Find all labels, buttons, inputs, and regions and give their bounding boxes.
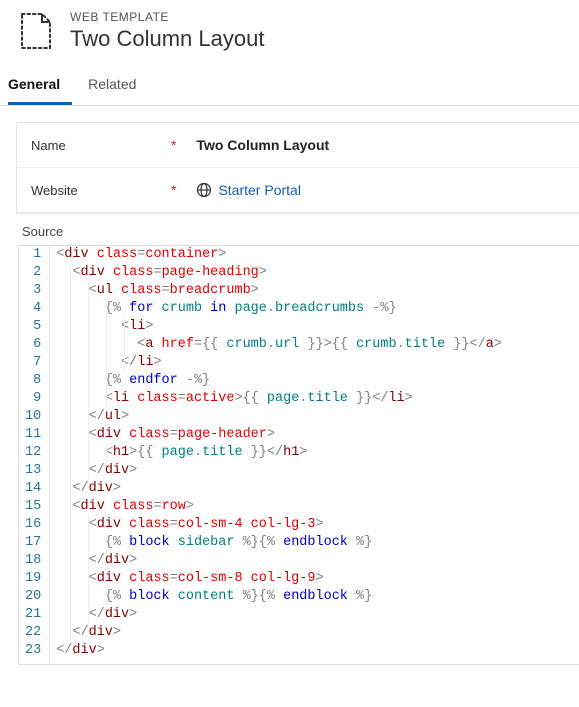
code-line[interactable]: <div class=page-header> xyxy=(56,426,579,444)
line-number: 3 xyxy=(25,282,41,300)
record-header: WEB TEMPLATE Two Column Layout xyxy=(0,0,579,66)
line-number-gutter: 1234567891011121314151617181920212223 xyxy=(19,246,50,664)
website-lookup-link[interactable]: Starter Portal xyxy=(218,182,300,198)
line-number: 8 xyxy=(25,372,41,390)
line-number: 7 xyxy=(25,354,41,372)
code-line[interactable]: <div class=row> xyxy=(56,498,579,516)
form-panel: Name * Two Column Layout Website * Start… xyxy=(16,122,579,214)
line-number: 22 xyxy=(25,624,41,642)
tab-general[interactable]: General xyxy=(8,66,72,105)
code-line[interactable]: <h1>{{ page.title }}</h1> xyxy=(56,444,579,462)
label-name: Name xyxy=(31,138,171,153)
code-line[interactable]: <div class=container> xyxy=(56,246,579,264)
required-marker: * xyxy=(171,182,176,198)
line-number: 20 xyxy=(25,588,41,606)
tab-related[interactable]: Related xyxy=(88,66,148,105)
line-number: 12 xyxy=(25,444,41,462)
code-line[interactable]: </ul> xyxy=(56,408,579,426)
form-row-name: Name * Two Column Layout xyxy=(17,123,579,168)
source-editor[interactable]: 1234567891011121314151617181920212223 <d… xyxy=(18,245,579,665)
code-line[interactable]: {% block sidebar %}{% endblock %} xyxy=(56,534,579,552)
code-line[interactable]: <li class=active>{{ page.title }}</li> xyxy=(56,390,579,408)
line-number: 21 xyxy=(25,606,41,624)
line-number: 6 xyxy=(25,336,41,354)
globe-icon xyxy=(196,182,212,198)
line-number: 4 xyxy=(25,300,41,318)
line-number: 11 xyxy=(25,426,41,444)
label-website: Website xyxy=(31,183,171,198)
line-number: 5 xyxy=(25,318,41,336)
line-number: 14 xyxy=(25,480,41,498)
code-line[interactable]: </div> xyxy=(56,552,579,570)
line-number: 16 xyxy=(25,516,41,534)
line-number: 15 xyxy=(25,498,41,516)
code-line[interactable]: <ul class=breadcrumb> xyxy=(56,282,579,300)
code-line[interactable]: </div> xyxy=(56,624,579,642)
line-number: 10 xyxy=(25,408,41,426)
code-line[interactable]: </div> xyxy=(56,462,579,480)
form-row-website: Website * Starter Portal xyxy=(17,168,579,213)
code-line[interactable]: </li> xyxy=(56,354,579,372)
header-subtitle: WEB TEMPLATE xyxy=(70,10,264,24)
code-line[interactable]: {% block content %}{% endblock %} xyxy=(56,588,579,606)
required-marker: * xyxy=(171,137,176,153)
code-area[interactable]: <div class=container> <div class=page-he… xyxy=(50,246,579,664)
code-line[interactable]: {% for crumb in page.breadcrumbs -%} xyxy=(56,300,579,318)
line-number: 23 xyxy=(25,642,41,660)
page-title: Two Column Layout xyxy=(70,26,264,52)
line-number: 13 xyxy=(25,462,41,480)
line-number: 19 xyxy=(25,570,41,588)
document-icon xyxy=(16,11,56,51)
line-number: 17 xyxy=(25,534,41,552)
code-line[interactable]: </div> xyxy=(56,480,579,498)
label-source: Source xyxy=(16,214,579,245)
code-line[interactable]: <div class=page-heading> xyxy=(56,264,579,282)
line-number: 2 xyxy=(25,264,41,282)
tab-bar: General Related xyxy=(0,66,579,106)
code-line[interactable]: <a href={{ crumb.url }}>{{ crumb.title }… xyxy=(56,336,579,354)
line-number: 9 xyxy=(25,390,41,408)
code-line[interactable]: <div class=col-sm-4 col-lg-3> xyxy=(56,516,579,534)
code-line[interactable]: {% endfor -%} xyxy=(56,372,579,390)
name-field[interactable]: Two Column Layout xyxy=(196,137,329,153)
line-number: 18 xyxy=(25,552,41,570)
code-line[interactable]: </div> xyxy=(56,606,579,624)
code-line[interactable]: </div> xyxy=(56,642,579,660)
line-number: 1 xyxy=(25,246,41,264)
code-line[interactable]: <li> xyxy=(56,318,579,336)
code-line[interactable]: <div class=col-sm-8 col-lg-9> xyxy=(56,570,579,588)
